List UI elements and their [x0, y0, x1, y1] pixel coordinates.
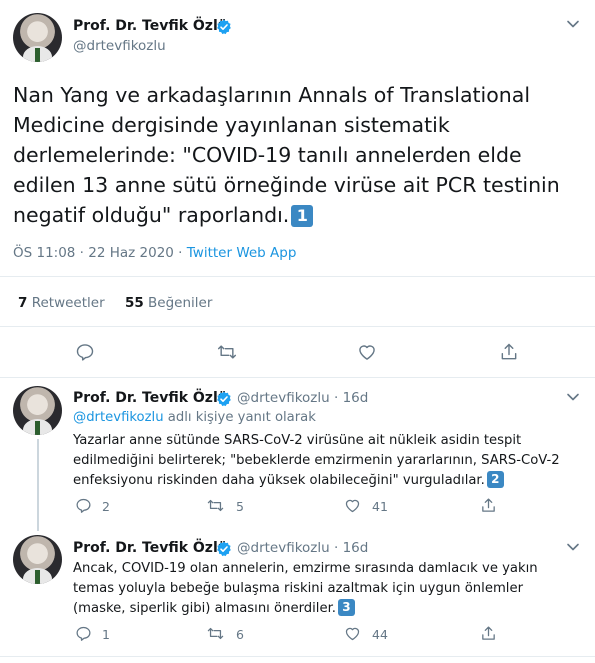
- tweet-stats: 7 Retweetler 55 Beğeniler: [18, 295, 212, 311]
- source-link[interactable]: Twitter Web App: [187, 245, 297, 261]
- avatar[interactable]: [13, 535, 62, 584]
- thread-connector: [37, 439, 39, 531]
- like-icon[interactable]: [344, 497, 361, 514]
- like-icon[interactable]: [357, 342, 377, 362]
- retweet-icon[interactable]: [216, 342, 238, 362]
- reply-to-suffix: adlı kişiye yanıt olarak: [163, 410, 316, 425]
- share-icon[interactable]: [480, 625, 497, 642]
- likes-stat[interactable]: 55 Beğeniler: [125, 295, 212, 311]
- share-icon[interactable]: [480, 497, 497, 514]
- author-name[interactable]: Prof. Dr. Tevfik Özlü: [73, 540, 228, 556]
- tweet-timestamp: ÖS 11:08 · 22 Haz 2020 · Twitter Web App: [13, 245, 296, 261]
- keycap-number-badge: 2: [486, 471, 504, 488]
- keycap-number-badge: 1: [291, 205, 314, 227]
- author-name[interactable]: Prof. Dr. Tevfik Özlü: [73, 390, 228, 406]
- retweets-stat[interactable]: 7 Retweetler: [18, 295, 105, 311]
- tweet-text: Nan Yang ve arkadaşlarının Annals of Tra…: [13, 80, 583, 230]
- reply-icon[interactable]: [75, 342, 95, 362]
- likes-label: Beğeniler: [148, 295, 213, 311]
- avatar[interactable]: [13, 13, 62, 62]
- likes-count: 55: [124, 295, 144, 311]
- divider: [0, 377, 595, 378]
- reply-count: 1: [102, 627, 110, 642]
- retweet-icon[interactable]: [206, 497, 225, 514]
- author-handle[interactable]: @drtevfikozlu: [73, 38, 166, 54]
- avatar[interactable]: [13, 386, 62, 435]
- like-icon[interactable]: [344, 625, 361, 642]
- like-count: 44: [372, 627, 388, 642]
- chevron-down-icon[interactable]: [566, 16, 580, 35]
- tweet-body: Ancak, COVID-19 olan annelerin, emzirme …: [73, 561, 538, 616]
- verified-badge-icon: [216, 541, 232, 561]
- divider: [0, 326, 595, 327]
- verified-badge-icon: [216, 391, 232, 411]
- divider: [0, 276, 595, 277]
- divider: [0, 656, 595, 657]
- retweet-icon[interactable]: [206, 625, 225, 642]
- reply-to-handle[interactable]: @drtevfikozlu: [73, 410, 164, 425]
- like-count: 41: [372, 499, 388, 514]
- retweets-count: 7: [18, 295, 28, 311]
- share-icon[interactable]: [499, 342, 519, 362]
- retweet-count: 6: [236, 627, 244, 642]
- tweet-text: Ancak, COVID-19 olan annelerin, emzirme …: [73, 559, 578, 619]
- replying-to: @drtevfikozlu adlı kişiye yanıt olarak: [73, 410, 316, 425]
- author-name[interactable]: Prof. Dr. Tevfik Özlü: [73, 18, 228, 34]
- keycap-number-badge: 3: [337, 599, 355, 616]
- handle-and-time[interactable]: @drtevfikozlu · 16d: [237, 540, 368, 556]
- handle-and-time[interactable]: @drtevfikozlu · 16d: [237, 390, 368, 406]
- chevron-down-icon[interactable]: [566, 390, 580, 404]
- verified-badge-icon: [216, 19, 232, 39]
- retweets-label: Retweetler: [31, 295, 105, 311]
- reply-count: 2: [102, 499, 110, 514]
- timestamp-text[interactable]: ÖS 11:08 · 22 Haz 2020 ·: [13, 245, 187, 261]
- tweet-body: Nan Yang ve arkadaşlarının Annals of Tra…: [13, 83, 560, 227]
- reply-icon[interactable]: [75, 497, 92, 514]
- reply-icon[interactable]: [75, 625, 92, 642]
- chevron-down-icon[interactable]: [566, 540, 580, 554]
- tweet-text: Yazarlar anne sütünde SARS-CoV-2 virüsün…: [73, 431, 578, 491]
- retweet-count: 5: [236, 499, 244, 514]
